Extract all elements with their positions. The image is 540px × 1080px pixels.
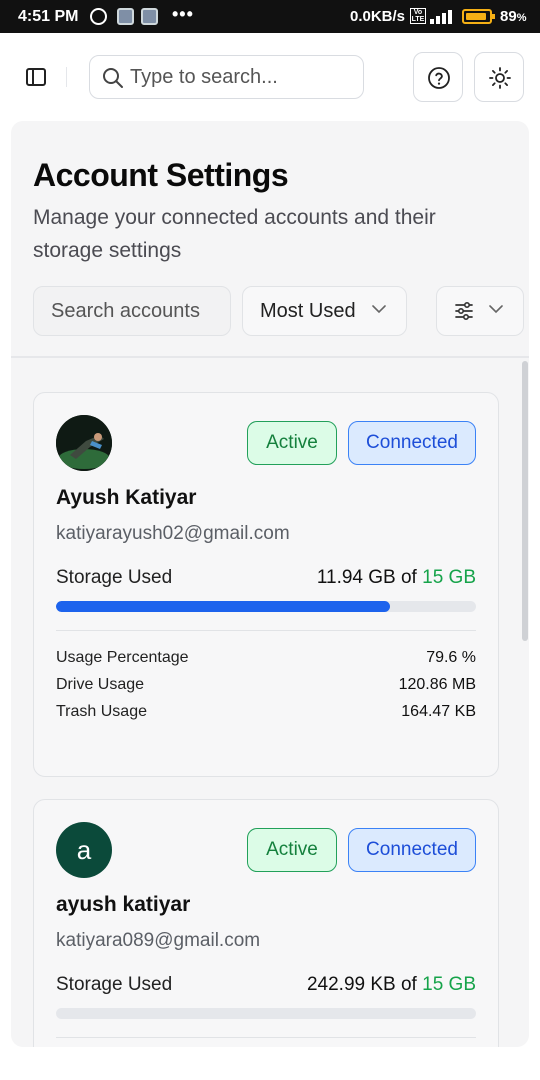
- sidebar-toggle-icon[interactable]: [25, 66, 47, 88]
- storage-progress-bar: [56, 1008, 476, 1019]
- stat-trash-usage: Trash Usage 164.47 KB: [56, 703, 476, 725]
- whatsapp-icon: [90, 8, 107, 25]
- page-subtitle: Manage your connected accounts and their…: [33, 206, 436, 262]
- help-button[interactable]: [413, 52, 463, 102]
- page-title: Account Settings: [33, 157, 289, 193]
- stat-drive-usage: Drive Usage 120.86 MB: [56, 676, 476, 698]
- avatar: a: [56, 822, 112, 878]
- chevron-down-icon: [372, 305, 386, 314]
- connection-badge: Connected: [348, 421, 476, 465]
- stat-value: 79.6 %: [426, 649, 476, 666]
- account-name: Ayush Katiyar: [56, 486, 197, 509]
- battery-icon: [462, 9, 495, 24]
- status-bar: 4:51 PM ••• 0.0KB/s Vo LTE 89%: [0, 0, 540, 33]
- card-divider: [56, 1037, 476, 1038]
- card-divider: [56, 630, 476, 631]
- status-time: 4:51 PM: [18, 8, 79, 25]
- help-circle-icon: [428, 67, 450, 89]
- network-speed: 0.0KB/s: [350, 8, 406, 25]
- search-accounts-placeholder: Search accounts: [51, 300, 200, 322]
- status-badge: Active: [247, 421, 337, 465]
- stat-usage-percentage: Usage Percentage 79.6 %: [56, 649, 476, 671]
- sun-icon: [489, 67, 511, 89]
- account-card: a Active Connected ayush katiyar katiyar…: [33, 799, 499, 1047]
- storage-used-value: 11.94 GB of 15 GB: [316, 567, 476, 588]
- signal-icon: [430, 9, 456, 24]
- storage-used-label: Storage Used: [56, 567, 173, 588]
- list-divider: [11, 356, 529, 358]
- app-notification-icon: [141, 8, 158, 25]
- stat-label: Usage Percentage: [56, 649, 189, 666]
- app-header: Type to search...: [0, 33, 540, 121]
- storage-progress-fill: [56, 601, 391, 612]
- app-notification-icon: [117, 8, 134, 25]
- account-card: Active Connected Ayush Katiyar katiyaray…: [33, 392, 499, 777]
- sliders-icon: [455, 301, 473, 321]
- avatar: [56, 415, 112, 471]
- sort-select[interactable]: Most Used: [242, 286, 407, 336]
- account-settings-panel: Account Settings Manage your connected a…: [11, 121, 529, 1047]
- account-name: ayush katiyar: [56, 893, 191, 916]
- volte-icon: Vo LTE: [410, 8, 426, 24]
- stat-label: Drive Usage: [56, 676, 145, 693]
- sort-selected-value: Most Used: [260, 300, 356, 322]
- account-email: katiyara089@gmail.com: [56, 930, 261, 951]
- scrollbar-thumb[interactable]: [522, 361, 528, 641]
- stat-value: 120.86 MB: [398, 676, 476, 693]
- storage-used-label: Storage Used: [56, 974, 173, 995]
- global-search-input[interactable]: Type to search...: [89, 55, 364, 99]
- account-email: katiyarayush02@gmail.com: [56, 523, 290, 544]
- more-notifications-icon: •••: [172, 4, 194, 24]
- chevron-down-icon: [489, 305, 503, 314]
- filter-options-button[interactable]: [436, 286, 524, 336]
- stat-label: Trash Usage: [56, 703, 147, 720]
- storage-used-value: 242.99 KB of 15 GB: [306, 974, 476, 995]
- connection-badge: Connected: [348, 828, 476, 872]
- search-icon: [103, 68, 123, 88]
- battery-level: [466, 13, 486, 20]
- search-accounts-input[interactable]: Search accounts: [33, 286, 231, 336]
- global-search-placeholder: Type to search...: [130, 66, 278, 88]
- header-divider: [66, 67, 67, 87]
- stat-value: 164.47 KB: [401, 703, 476, 720]
- storage-progress-bar: [56, 601, 476, 612]
- theme-toggle-button[interactable]: [474, 52, 524, 102]
- status-badge: Active: [247, 828, 337, 872]
- battery-percent: 89%: [500, 8, 527, 25]
